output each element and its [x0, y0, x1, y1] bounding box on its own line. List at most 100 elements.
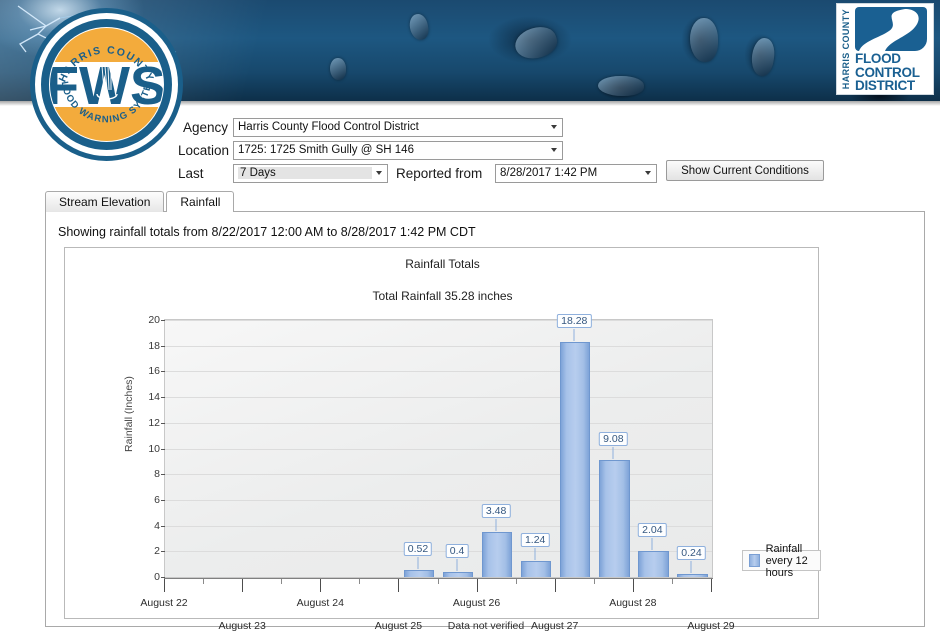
chart-bar[interactable] [638, 551, 668, 577]
location-select[interactable]: 1725: 1725 Smith Gully @ SH 146 [233, 141, 563, 160]
show-current-conditions-button[interactable]: Show Current Conditions [666, 160, 824, 181]
rainfall-chart: Rainfall Totals Total Rainfall 35.28 inc… [64, 247, 819, 619]
last-select[interactable]: 7 Days [233, 164, 388, 183]
chart-bar[interactable] [482, 532, 512, 577]
y-axis-tick-label: 18 [138, 340, 160, 352]
y-axis-tick-label: 14 [138, 391, 160, 403]
water-drop [598, 76, 644, 96]
rainfall-panel: Showing rainfall totals from 8/22/2017 1… [45, 211, 925, 627]
chevron-down-icon[interactable] [547, 142, 561, 159]
y-axis-tick-label: 0 [138, 571, 160, 583]
bar-data-label: 2.04 [638, 523, 666, 537]
x-axis-tick-minor [359, 579, 360, 584]
gridline [165, 526, 712, 527]
y-axis-tick-mark [161, 500, 165, 501]
water-drop [690, 18, 718, 62]
chart-bar[interactable] [677, 574, 707, 577]
y-axis-tick-mark [161, 551, 165, 552]
data-not-verified-note: Data not verified [46, 620, 926, 632]
y-axis-tick-mark [161, 474, 165, 475]
data-label-stem [652, 538, 653, 550]
x-axis-tick-major [555, 579, 556, 592]
last-value: 7 Days [238, 167, 372, 179]
chart-bar[interactable] [599, 460, 629, 577]
hcfcd-line1: FLOOD [855, 52, 933, 66]
chart-bar[interactable] [443, 572, 473, 577]
y-axis-tick-label: 8 [138, 468, 160, 480]
tab-stream-elevation[interactable]: Stream Elevation [45, 191, 164, 212]
x-axis-tick-major [320, 579, 321, 592]
gridline [165, 551, 712, 552]
river-icon [855, 7, 927, 51]
bar-data-label: 3.48 [482, 504, 510, 518]
data-label-stem [496, 519, 497, 531]
x-axis-tick-major [477, 579, 478, 592]
data-label-stem [574, 329, 575, 341]
x-axis-tick-label: August 26 [453, 597, 500, 609]
chart-bar[interactable] [521, 561, 551, 577]
bar-data-label: 9.08 [599, 432, 627, 446]
x-axis-tick-minor [594, 579, 595, 584]
reported-from-value: 8/28/2017 1:42 PM [500, 167, 641, 179]
hcfcd-vertical-text: HARRIS COUNTY [841, 9, 851, 89]
x-axis-tick-minor [203, 579, 204, 584]
gridline [165, 449, 712, 450]
y-axis-tick-label: 12 [138, 417, 160, 429]
chart-bar[interactable] [560, 342, 590, 577]
gridline [165, 500, 712, 501]
location-value: 1725: 1725 Smith Gully @ SH 146 [238, 144, 547, 156]
y-axis-tick-label: 4 [138, 520, 160, 532]
x-axis-tick-major [242, 579, 243, 592]
hcfcd-line3: DISTRICT [855, 79, 933, 93]
data-label-stem [417, 557, 418, 569]
y-axis-tick-mark [161, 449, 165, 450]
data-label-stem [613, 447, 614, 459]
hcfcd-logo: HARRIS COUNTY FLOOD CONTROL DISTRICT [836, 3, 934, 95]
x-axis-tick-major [398, 579, 399, 592]
y-axis-tick-label: 2 [138, 545, 160, 557]
y-axis-tick-mark [161, 320, 165, 321]
gridline [165, 320, 712, 321]
gridline [165, 423, 712, 424]
x-axis-tick-minor [672, 579, 673, 584]
data-label-stem [457, 559, 458, 571]
y-axis-tick-label: 20 [138, 314, 160, 326]
x-axis-line [164, 578, 713, 579]
agency-value: Harris County Flood Control District [238, 121, 547, 133]
reported-from-label: Reported from [396, 166, 492, 181]
x-axis-tick-minor [516, 579, 517, 584]
x-axis-tick-label: August 28 [609, 597, 656, 609]
bar-data-label: 18.28 [557, 314, 591, 328]
chevron-down-icon[interactable] [372, 165, 386, 182]
chart-legend: Rainfall every 12 hours [742, 550, 821, 571]
y-axis-tick-mark [161, 526, 165, 527]
y-axis-label: Rainfall (Inches) [123, 376, 135, 452]
bar-data-label: 0.24 [677, 546, 705, 560]
bar-data-label: 0.4 [446, 544, 469, 558]
chart-subtitle: Total Rainfall 35.28 inches [65, 289, 820, 303]
y-axis-tick-mark [161, 423, 165, 424]
chart-title: Rainfall Totals [65, 257, 820, 271]
y-axis-tick-mark [161, 371, 165, 372]
x-axis-tick-minor [438, 579, 439, 584]
x-axis-tick-major [633, 579, 634, 592]
agency-select[interactable]: Harris County Flood Control District [233, 118, 563, 137]
gridline [165, 474, 712, 475]
data-label-stem [691, 561, 692, 573]
gridline [165, 346, 712, 347]
plot-area: 02468101214161820 [164, 319, 713, 578]
tab-bar: Stream Elevation Rainfall [45, 191, 234, 212]
last-label: Last [178, 166, 228, 181]
chevron-down-icon[interactable] [547, 119, 561, 136]
tab-rainfall[interactable]: Rainfall [166, 191, 234, 212]
water-drop [330, 58, 346, 80]
chevron-down-icon[interactable] [641, 165, 655, 182]
x-axis-tick-label: August 22 [140, 597, 187, 609]
chart-bar[interactable] [404, 570, 434, 577]
reported-from-select[interactable]: 8/28/2017 1:42 PM [495, 164, 657, 183]
x-axis-tick-major [164, 579, 165, 592]
x-axis-tick-major [711, 579, 712, 592]
legend-label: Rainfall every 12 hours [766, 543, 814, 579]
agency-label: Agency [178, 120, 228, 135]
legend-swatch [749, 554, 760, 567]
